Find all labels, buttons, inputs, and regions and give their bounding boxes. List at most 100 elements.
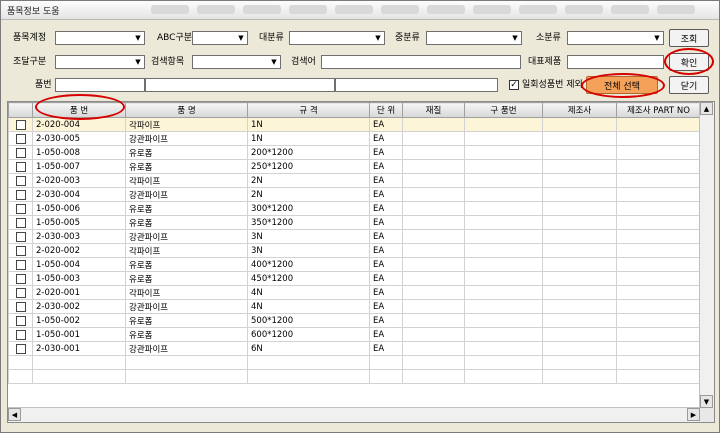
row-checkbox[interactable] <box>15 343 26 354</box>
row-checkbox[interactable] <box>15 119 26 130</box>
close-button[interactable]: 닫기 <box>669 76 709 94</box>
table-row[interactable]: 1-050-005 유로폼 350*1200 EA <box>8 215 701 230</box>
column-header[interactable]: 규 격 <box>247 102 370 118</box>
item-grid: 품 번 품 명 규 격 단 위 재질 구 품번 제조사 제조사 PART NO … <box>7 101 715 423</box>
table-cell: 2-020-001 <box>32 285 126 300</box>
minor-category-select[interactable]: ▼ <box>567 31 664 45</box>
table-cell: 3N <box>247 229 370 244</box>
table-row[interactable]: 2-030-005 강관파이프 1N EA <box>8 131 701 146</box>
vertical-scrollbar[interactable]: ▲ ▼ <box>699 102 714 408</box>
exclude-one-time-checkbox[interactable]: ✓ <box>509 80 519 90</box>
table-cell <box>542 369 617 384</box>
table-cell: 1-050-005 <box>32 215 126 230</box>
table-cell: 1-050-008 <box>32 145 126 160</box>
row-checkbox-cell <box>8 215 33 230</box>
row-checkbox-cell <box>8 131 33 146</box>
table-row[interactable]: 1-050-006 유로폼 300*1200 EA <box>8 201 701 216</box>
table-cell: EA <box>369 145 403 160</box>
table-row[interactable]: 2-030-003 강관파이프 3N EA <box>8 229 701 244</box>
scroll-down-icon[interactable]: ▼ <box>700 395 713 408</box>
title-decoration <box>243 5 281 14</box>
column-header[interactable]: 단 위 <box>369 102 403 118</box>
column-header[interactable]: 재질 <box>402 102 465 118</box>
table-cell: 유로폼 <box>125 313 248 328</box>
item-no-to-input[interactable] <box>335 78 498 92</box>
table-row[interactable]: 2-030-001 강관파이프 6N EA <box>8 341 701 356</box>
row-checkbox[interactable] <box>15 175 26 186</box>
keyword-input[interactable] <box>321 55 521 69</box>
title-decoration <box>565 5 603 14</box>
table-cell <box>542 159 617 174</box>
scroll-left-icon[interactable]: ◀ <box>8 408 21 421</box>
table-cell: 2-030-005 <box>32 131 126 146</box>
row-checkbox[interactable] <box>15 147 26 158</box>
table-row[interactable]: 2-020-001 각파이프 4N EA <box>8 285 701 300</box>
column-header[interactable]: 제조사 PART NO <box>616 102 701 118</box>
row-checkbox[interactable] <box>15 231 26 242</box>
row-checkbox[interactable] <box>15 161 26 172</box>
row-checkbox[interactable] <box>15 259 26 270</box>
table-cell: EA <box>369 271 403 286</box>
scroll-up-icon[interactable]: ▲ <box>700 102 713 115</box>
table-cell <box>32 369 126 384</box>
row-checkbox[interactable] <box>15 329 26 340</box>
row-checkbox[interactable] <box>15 217 26 228</box>
table-cell <box>542 117 617 132</box>
table-cell <box>616 341 701 356</box>
table-cell <box>464 201 543 216</box>
abc-select[interactable]: ▼ <box>192 31 248 45</box>
row-checkbox[interactable] <box>15 287 26 298</box>
row-checkbox-cell <box>8 341 33 356</box>
table-row[interactable]: 1-050-002 유로폼 500*1200 EA <box>8 313 701 328</box>
row-checkbox[interactable] <box>15 189 26 200</box>
table-cell <box>402 341 465 356</box>
table-cell: 강관파이프 <box>125 299 248 314</box>
item-no-from-input[interactable] <box>55 78 145 92</box>
table-row[interactable]: 2-030-002 강관파이프 4N EA <box>8 299 701 314</box>
row-checkbox[interactable] <box>15 203 26 214</box>
table-row[interactable]: 2-020-003 각파이프 2N EA <box>8 173 701 188</box>
row-checkbox[interactable] <box>15 315 26 326</box>
scroll-right-icon[interactable]: ▶ <box>687 408 700 421</box>
item-account-label: 품목계정 <box>13 33 47 43</box>
mid-category-select[interactable]: ▼ <box>426 31 522 45</box>
table-cell: EA <box>369 173 403 188</box>
column-header[interactable]: 품 번 <box>32 102 126 118</box>
table-cell: 유로폼 <box>125 145 248 160</box>
confirm-button[interactable]: 확인 <box>669 53 709 71</box>
table-row[interactable]: 1-050-001 유로폼 600*1200 EA <box>8 327 701 342</box>
table-cell: 2-030-002 <box>32 299 126 314</box>
procurement-select[interactable]: ▼ <box>55 55 145 69</box>
table-cell <box>32 355 126 370</box>
table-row[interactable]: 1-050-007 유로폼 250*1200 EA <box>8 159 701 174</box>
row-checkbox[interactable] <box>15 245 26 256</box>
table-row[interactable]: 2-020-004 각파이프 1N EA <box>8 117 701 132</box>
search-button[interactable]: 조회 <box>669 29 709 47</box>
item-account-select[interactable]: ▼ <box>55 31 145 45</box>
table-row[interactable]: 1-050-004 유로폼 400*1200 EA <box>8 257 701 272</box>
major-category-select[interactable]: ▼ <box>289 31 385 45</box>
column-header[interactable]: 품 명 <box>125 102 248 118</box>
mid-category-label: 중분류 <box>395 33 420 43</box>
item-no-mid-input[interactable] <box>145 78 335 92</box>
table-row[interactable]: 1-050-008 유로폼 200*1200 EA <box>8 145 701 160</box>
row-checkbox[interactable] <box>15 273 26 284</box>
exclude-one-time-label: 일회성품번 제외 <box>522 80 583 90</box>
table-row[interactable]: 2-030-004 강관파이프 2N EA <box>8 187 701 202</box>
horizontal-scrollbar[interactable]: ◀ ▶ <box>8 407 700 422</box>
table-row[interactable]: 2-020-002 각파이프 3N EA <box>8 243 701 258</box>
column-header[interactable]: 구 품번 <box>464 102 543 118</box>
row-checkbox[interactable] <box>15 133 26 144</box>
search-field-select[interactable]: ▼ <box>192 55 281 69</box>
table-cell <box>616 117 701 132</box>
table-cell: 1-050-003 <box>32 271 126 286</box>
rep-item-input[interactable] <box>567 55 664 69</box>
row-checkbox-cell <box>8 243 33 258</box>
column-header[interactable]: 제조사 <box>542 102 617 118</box>
select-all-button[interactable]: 전체 선택 <box>586 76 658 94</box>
column-header-check <box>8 102 33 118</box>
table-cell: 400*1200 <box>247 257 370 272</box>
table-cell <box>125 355 248 370</box>
table-row[interactable]: 1-050-003 유로폼 450*1200 EA <box>8 271 701 286</box>
row-checkbox[interactable] <box>15 301 26 312</box>
